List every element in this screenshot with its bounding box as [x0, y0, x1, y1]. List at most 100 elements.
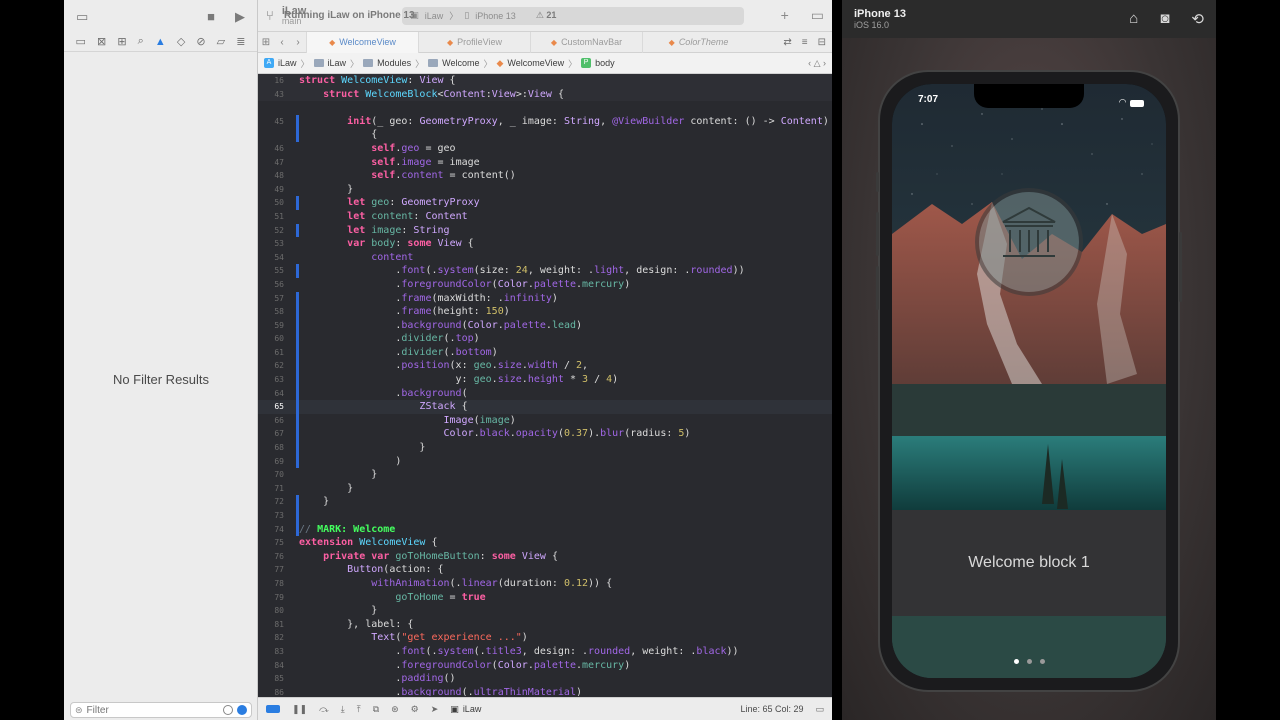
issues-icon[interactable]: ▲: [155, 36, 166, 48]
pause-icon[interactable]: ❚❚: [292, 704, 307, 715]
code-text[interactable]: [296, 101, 299, 115]
line-number[interactable]: 58: [258, 305, 290, 319]
code-text[interactable]: ZStack {: [296, 400, 467, 414]
code-line[interactable]: 67 Color.black.opacity(0.37).blur(radius…: [258, 427, 832, 441]
code-text[interactable]: ): [296, 455, 401, 469]
line-number[interactable]: 85: [258, 672, 290, 686]
rotate-icon[interactable]: ⟲: [1191, 10, 1204, 28]
line-number[interactable]: 66: [258, 414, 290, 428]
code-text[interactable]: .font(.system(size: 24, weight: .light, …: [296, 264, 744, 278]
code-line[interactable]: 16 struct WelcomeView: View {: [258, 74, 832, 88]
tab-profileview[interactable]: ◆ ProfileView: [418, 31, 530, 53]
code-line[interactable]: 63 y: geo.size.height * 3 / 4): [258, 373, 832, 387]
line-number[interactable]: 46: [258, 142, 290, 156]
code-text[interactable]: .background(Color.palette.lead): [296, 319, 582, 333]
code-text[interactable]: {: [296, 128, 377, 142]
line-number[interactable]: 80: [258, 604, 290, 618]
page-indicator[interactable]: [892, 659, 1166, 664]
code-line[interactable]: 80 }: [258, 604, 832, 618]
tab-colortheme[interactable]: ◆ ColorTheme: [642, 31, 754, 53]
line-number[interactable]: 86: [258, 686, 290, 696]
step-in-icon[interactable]: ⤓: [341, 704, 345, 715]
code-line[interactable]: 70 }: [258, 468, 832, 482]
grid-icon[interactable]: ⊞: [258, 37, 274, 48]
code-line[interactable]: 55 .font(.system(size: 24, weight: .ligh…: [258, 264, 832, 278]
code-text[interactable]: struct WelcomeBlock<Content:View>:View {: [296, 88, 564, 102]
page-dot[interactable]: [1039, 659, 1045, 664]
line-number[interactable]: 63: [258, 373, 290, 387]
line-number[interactable]: 82: [258, 631, 290, 645]
code-text[interactable]: .position(x: geo.size.width / 2,: [296, 359, 588, 373]
line-number[interactable]: [258, 128, 290, 142]
code-text[interactable]: init(_ geo: GeometryProxy, _ image: Stri…: [296, 115, 829, 129]
debug-icon[interactable]: ⊘: [196, 35, 205, 48]
line-number[interactable]: 51: [258, 210, 290, 224]
code-line[interactable]: 56 .foregroundColor(Color.palette.mercur…: [258, 278, 832, 292]
line-number[interactable]: 50: [258, 196, 290, 210]
line-number[interactable]: 60: [258, 332, 290, 346]
code-line[interactable]: 71 }: [258, 482, 832, 496]
code-line[interactable]: 46 self.geo = geo: [258, 142, 832, 156]
code-line[interactable]: 64 .background(: [258, 386, 832, 401]
code-text[interactable]: goToHome = true: [296, 591, 485, 605]
code-text[interactable]: withAnimation(.linear(duration: 0.12)) {: [296, 577, 612, 591]
line-number[interactable]: 16: [258, 74, 290, 88]
home-icon[interactable]: ⌂: [1129, 10, 1138, 28]
tests-icon[interactable]: ◇: [177, 35, 185, 48]
code-text[interactable]: Color.black.opacity(0.37).blur(radius: 5…: [296, 427, 691, 441]
code-text[interactable]: struct WelcomeView: View {: [296, 74, 456, 88]
code-text[interactable]: .divider(.top): [296, 332, 479, 346]
tab-welcomeview[interactable]: ◆ WelcomeView: [306, 31, 418, 53]
code-line[interactable]: [258, 101, 832, 115]
line-number[interactable]: 74: [258, 523, 290, 537]
line-number[interactable]: 56: [258, 278, 290, 292]
line-number[interactable]: 61: [258, 346, 290, 360]
code-text[interactable]: self.image = image: [296, 156, 479, 170]
screenshot-icon[interactable]: ◙: [1160, 10, 1169, 28]
memory-graph-icon[interactable]: ⊛: [391, 704, 399, 715]
jump-item[interactable]: body: [595, 58, 615, 68]
folder-icon[interactable]: ▭: [76, 35, 86, 48]
code-line[interactable]: 79 goToHome = true: [258, 591, 832, 605]
code-line[interactable]: 72 }: [258, 495, 832, 509]
issue-nav-icons[interactable]: ‹ △ ›: [808, 58, 826, 69]
line-number[interactable]: 71: [258, 482, 290, 496]
line-number[interactable]: 72: [258, 495, 290, 509]
code-line[interactable]: 50 let geo: GeometryProxy: [258, 196, 832, 210]
scm-filter-icon[interactable]: [237, 705, 247, 715]
code-text[interactable]: }: [296, 468, 377, 482]
code-text[interactable]: .foregroundColor(Color.palette.mercury): [296, 659, 630, 673]
line-number[interactable]: 83: [258, 645, 290, 659]
code-line[interactable]: 73: [258, 509, 832, 523]
code-line[interactable]: 54 content: [258, 251, 832, 265]
jump-item[interactable]: Modules: [377, 58, 411, 68]
sidebar-toggle-icon[interactable]: ▭: [76, 10, 88, 23]
code-line[interactable]: 48 self.content = content(): [258, 169, 832, 183]
code-line[interactable]: 82 Text("get experience ..."): [258, 631, 832, 645]
line-number[interactable]: 49: [258, 183, 290, 197]
code-line[interactable]: 77 Button(action: {: [258, 563, 832, 577]
line-number[interactable]: 43: [258, 88, 290, 102]
jump-item[interactable]: Welcome: [442, 58, 479, 68]
code-line[interactable]: 59 .background(Color.palette.lead): [258, 318, 832, 333]
code-line[interactable]: 74 // MARK: Welcome: [258, 522, 832, 537]
line-number[interactable]: 45: [258, 115, 290, 129]
code-line[interactable]: 47 self.image = image: [258, 156, 832, 170]
code-line[interactable]: 61 .divider(.bottom): [258, 345, 832, 360]
code-text[interactable]: var body: some View {: [296, 237, 474, 251]
code-text[interactable]: // MARK: Welcome: [296, 523, 395, 537]
page-dot[interactable]: [1026, 659, 1032, 664]
code-text[interactable]: }: [296, 495, 329, 509]
code-line[interactable]: 81 }, label: {: [258, 618, 832, 632]
code-line[interactable]: 60 .divider(.top): [258, 332, 832, 346]
page-dot[interactable]: [1013, 659, 1019, 664]
code-line[interactable]: 45 init(_ geo: GeometryProxy, _ image: S…: [258, 114, 832, 129]
location-icon[interactable]: ➤: [431, 704, 439, 715]
code-text[interactable]: content: [296, 251, 413, 265]
stop-icon[interactable]: ■: [207, 10, 215, 23]
line-number[interactable]: 77: [258, 563, 290, 577]
line-number[interactable]: [258, 101, 290, 115]
code-line[interactable]: 62 .position(x: geo.size.width / 2,: [258, 359, 832, 373]
code-text[interactable]: Button(action: {: [296, 563, 443, 577]
find-icon[interactable]: ⌕: [138, 35, 144, 48]
